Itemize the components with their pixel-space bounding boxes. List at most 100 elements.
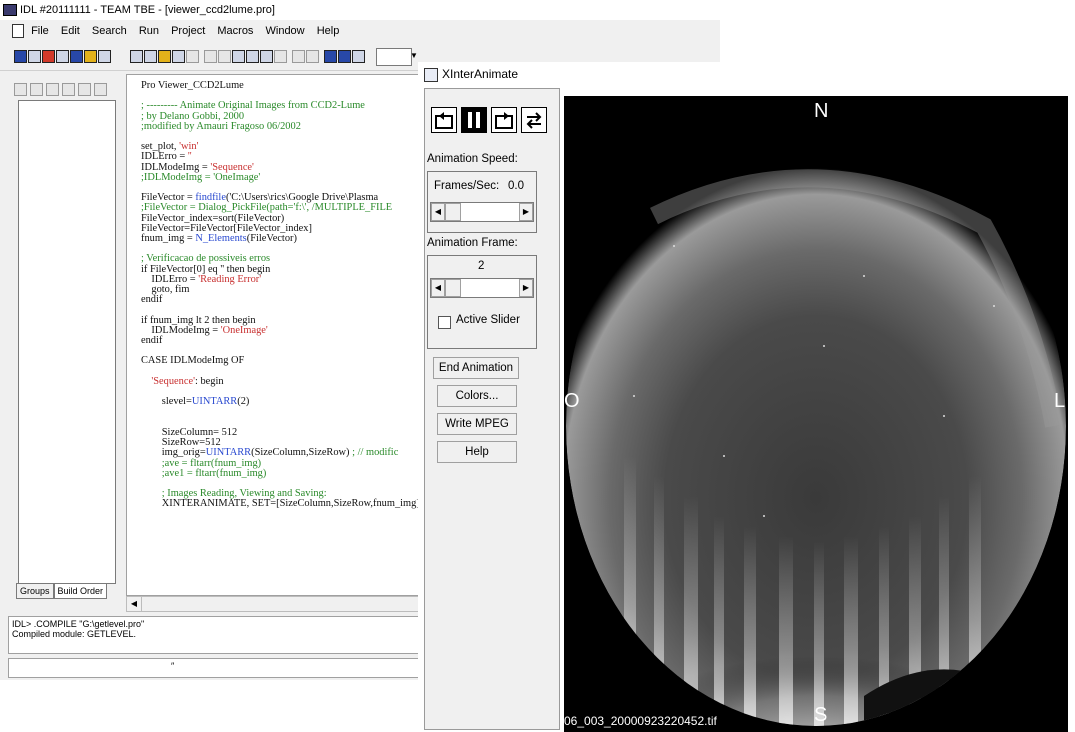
window-icon[interactable]: [352, 50, 365, 63]
animation-frame-label: Animation Frame:: [427, 237, 518, 249]
code-line: endif: [141, 335, 163, 347]
tab-groups[interactable]: Groups: [16, 583, 54, 599]
stop-icon[interactable]: [56, 50, 69, 63]
allsky-image-frame: N S O L 06_003_20000923220452.tif: [564, 96, 1068, 732]
indent-icon[interactable]: [324, 50, 337, 63]
chevron-down-icon[interactable]: ▼: [410, 48, 418, 64]
cycle-direction-button[interactable]: [521, 107, 547, 133]
window-icon: [424, 67, 438, 82]
xinteranimate-title: XInterAnimate: [442, 67, 519, 81]
menu-window[interactable]: Window: [266, 25, 305, 37]
play-backward-button[interactable]: [431, 107, 457, 133]
menu-file[interactable]: File: [31, 25, 49, 37]
idl-title-bar: IDL #20111111 - TEAM TBE - [viewer_ccd2l…: [0, 0, 720, 20]
pause-icon: [468, 112, 480, 128]
compile-icon[interactable]: [14, 50, 27, 63]
undo-icon[interactable]: [204, 50, 217, 63]
copy-icon[interactable]: [246, 50, 259, 63]
swap-direction-icon: [526, 112, 542, 129]
code-line: fnum_img = N_Elements(FileVector): [141, 233, 297, 245]
project-remove-icon[interactable]: [46, 83, 59, 96]
speed-slider[interactable]: ◀ ▶: [430, 202, 534, 222]
cut-icon[interactable]: [232, 50, 245, 63]
document-icon: [12, 24, 24, 39]
code-editor[interactable]: Pro Viewer_CCD2Lume ; --------- Animate …: [126, 74, 428, 596]
idl-menubar: File Edit Search Run Project Macros Wind…: [0, 20, 720, 42]
idl-app-icon: [3, 4, 17, 17]
menu-edit[interactable]: Edit: [61, 25, 80, 37]
frames-per-sec-value: 0.0: [508, 180, 524, 192]
write-mpeg-button[interactable]: Write MPEG: [437, 413, 517, 435]
find-icon[interactable]: [274, 50, 287, 63]
speed-slider-thumb[interactable]: [445, 203, 461, 221]
frame-previous-icon[interactable]: ◀: [431, 279, 445, 297]
toolbar-combobox[interactable]: [376, 48, 412, 66]
speed-increase-icon[interactable]: ▶: [519, 203, 533, 221]
compass-south: S: [814, 704, 828, 726]
project-file-icon[interactable]: [94, 83, 107, 96]
project-settings-icon[interactable]: [62, 83, 75, 96]
scroll-left-icon[interactable]: ◀: [127, 597, 142, 611]
editor-horizontal-scrollbar[interactable]: ◀: [126, 596, 428, 612]
xinteranimate-title-bar: XInterAnimate: [418, 62, 1070, 86]
play-forward-button[interactable]: [491, 107, 517, 133]
new-file-icon[interactable]: [130, 50, 143, 63]
pause-button[interactable]: [461, 107, 487, 133]
paste-icon[interactable]: [260, 50, 273, 63]
save-icon[interactable]: [172, 50, 185, 63]
colors-button[interactable]: Colors...: [437, 385, 517, 407]
new-project-icon[interactable]: [144, 50, 157, 63]
compass-west: O: [564, 390, 580, 412]
idl-console[interactable]: IDL> .COMPILE "G:\getlevel.pro" Compiled…: [8, 616, 426, 654]
outdent-icon[interactable]: [338, 50, 351, 63]
end-animation-button[interactable]: End Animation: [433, 357, 519, 379]
code-text: Pro Viewer_CCD2Lume ; --------- Animate …: [141, 80, 423, 510]
speed-group: Frames/Sec: 0.0 ◀ ▶: [427, 171, 537, 233]
speed-decrease-icon[interactable]: ◀: [431, 203, 445, 221]
help-button[interactable]: Help: [437, 441, 517, 463]
project-add-icon[interactable]: [30, 83, 43, 96]
project-toolbar: [14, 80, 114, 98]
idl-command-line[interactable]: ″: [8, 658, 420, 678]
code-line: goto, fim: [141, 284, 190, 296]
code-line: Pro Viewer_CCD2Lume: [141, 80, 244, 91]
code-line: slevel=UINTARR(2): [141, 396, 250, 408]
menu-macros[interactable]: Macros: [217, 25, 253, 37]
menu-run[interactable]: Run: [139, 25, 159, 37]
code-line: 'Sequence': begin: [151, 375, 224, 387]
active-slider-checkbox[interactable]: [438, 316, 451, 329]
frame-slider[interactable]: ◀ ▶: [430, 278, 534, 298]
next-bookmark-icon[interactable]: [306, 50, 319, 63]
project-run-icon[interactable]: [78, 83, 91, 96]
print-icon[interactable]: [186, 50, 199, 63]
code-line: IDLModeImg = 'OneImage': [141, 324, 268, 336]
redo-icon[interactable]: [218, 50, 231, 63]
tab-build-order[interactable]: Build Order: [53, 583, 108, 599]
compass-east: L: [1054, 390, 1066, 412]
menu-help[interactable]: Help: [317, 25, 340, 37]
run-icon[interactable]: [42, 50, 55, 63]
bookmark-icon[interactable]: [292, 50, 305, 63]
play-forward-icon: [495, 112, 513, 129]
animation-speed-label: Animation Speed:: [427, 153, 518, 165]
compass-north: N: [814, 100, 829, 122]
open-folder-icon[interactable]: [158, 50, 171, 63]
code-line: XINTERANIMATE, SET=[SizeColumn,SizeRow,f…: [141, 498, 423, 510]
step-over-icon[interactable]: [84, 50, 97, 63]
compile-all-icon[interactable]: [28, 50, 41, 63]
animation-controls-panel: Animation Speed: Frames/Sec: 0.0 ◀ ▶ Ani…: [424, 88, 560, 730]
frame-slider-thumb[interactable]: [445, 279, 461, 297]
code-line: ;IDLModeImg = 'OneImage': [141, 171, 261, 183]
code-line: CASE IDLModeImg OF: [141, 355, 245, 367]
menu-search[interactable]: Search: [92, 25, 127, 37]
step-into-icon[interactable]: [70, 50, 83, 63]
image-filename: 06_003_20000923220452.tif: [564, 714, 717, 728]
project-new-icon[interactable]: [14, 83, 27, 96]
project-panel[interactable]: [18, 100, 116, 584]
idl-title-text: IDL #20111111 - TEAM TBE - [viewer_ccd2l…: [20, 4, 275, 16]
reset-icon[interactable]: [98, 50, 111, 63]
frame-next-icon[interactable]: ▶: [519, 279, 533, 297]
frame-value: 2: [478, 260, 485, 272]
menu-project[interactable]: Project: [171, 25, 205, 37]
